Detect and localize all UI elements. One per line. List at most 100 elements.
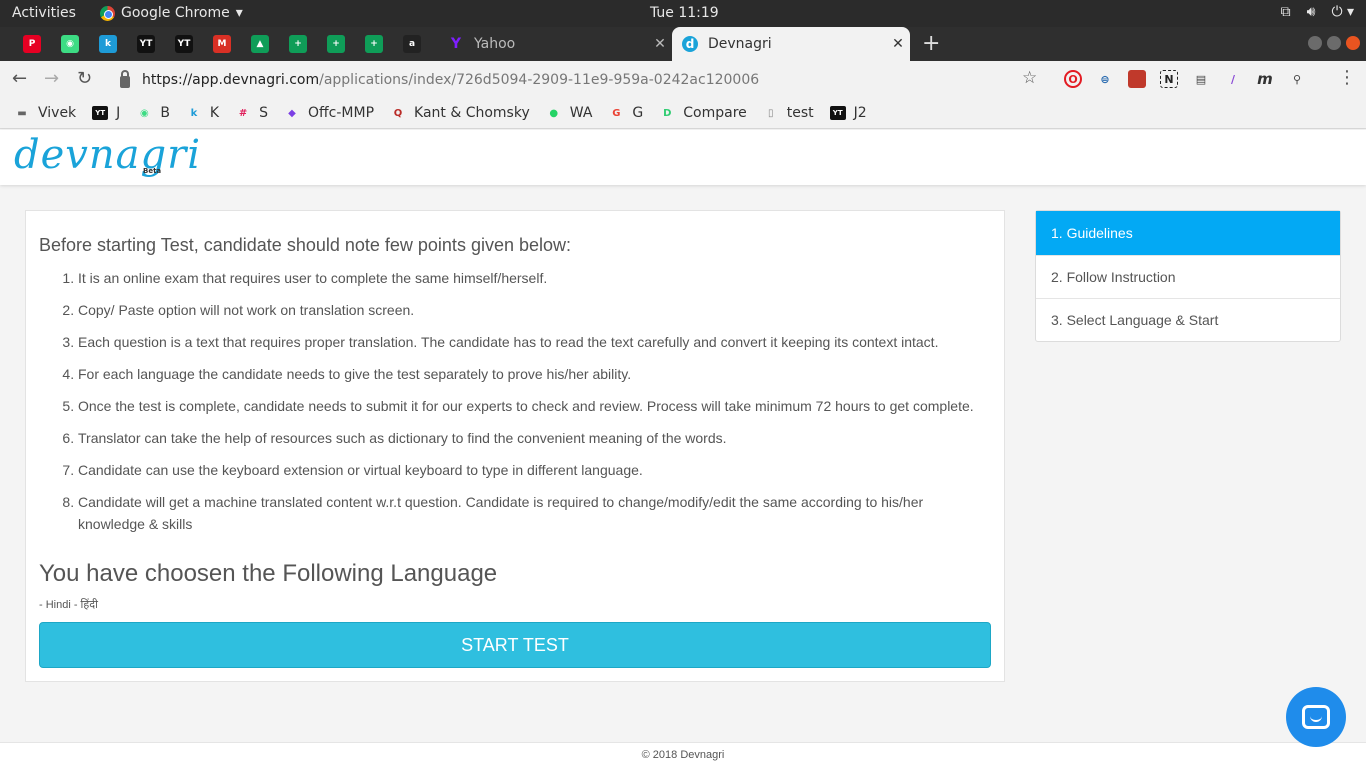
address-bar[interactable]: https://app.devnagri.com/applications/in… [112,65,1052,95]
chosen-language-heading: You have choosen the Following Language [39,560,498,587]
bookmark-item[interactable]: Q Kant & Chomsky [390,105,530,121]
bookmark-label: Kant & Chomsky [414,105,530,121]
reload-icon[interactable]: ↻ [77,68,92,89]
chrome-menu-icon[interactable]: ⋮ [1338,67,1356,88]
pinned-tab[interactable]: YT [174,35,194,53]
bookmark-item[interactable]: ◉ B [136,105,170,121]
page-icon: ▯ [768,107,774,119]
guideline-item: Candidate will get a machine translated … [78,491,988,535]
bookmark-item[interactable]: YT J [92,105,120,121]
maximize-button[interactable] [1327,36,1341,50]
power-icon[interactable]: ⏻ ▾ [1331,4,1354,20]
pinned-tab[interactable]: + [326,35,346,53]
feather-extension-icon[interactable]: ∕ [1224,70,1242,88]
system-tray[interactable]: ⧉ 🔊︎ ⏻ ▾ [1281,4,1354,20]
devnagri-favicon-icon: d [682,36,698,52]
step-item-2[interactable]: 2. Follow Instruction [1036,255,1340,298]
bookmark-star-icon[interactable]: ☆ [1022,68,1037,88]
pinned-tab[interactable]: a [402,35,422,53]
step-item-3[interactable]: 3. Select Language & Start [1036,298,1340,341]
guideline-item: It is an online exam that requires user … [78,267,988,289]
pinned-tab[interactable]: k [98,35,118,53]
minimize-button[interactable] [1308,36,1322,50]
sheets-icon: + [289,35,307,53]
site-header: devnagri Beta [0,130,1366,185]
bookmark-label: Offc-MMP [308,105,375,121]
system-top-bar: Activities Google Chrome ▾ Tue 11:19 ⧉ 🔊… [0,0,1366,27]
diffchecker-icon: D [663,107,672,119]
bookmark-label: S [259,105,268,121]
network-icon[interactable]: ⧉ [1281,4,1291,20]
quora-icon: Q [393,107,403,119]
bookmark-label: B [160,105,170,121]
guideline-item: Translator can take the help of resource… [78,427,988,449]
m-extension-icon[interactable]: m [1256,70,1274,88]
tab-title: Devnagri [708,36,772,52]
lock-icon[interactable] [120,70,130,88]
start-test-button[interactable]: START TEST [39,622,991,668]
bookmark-item[interactable]: D Compare [659,105,747,121]
bookmark-label: test [786,105,814,121]
k-icon: k [99,35,117,53]
pinned-tab[interactable]: P [22,35,42,53]
close-tab-icon[interactable]: ✕ [886,36,910,52]
pinned-tab[interactable]: ◉ [60,35,80,53]
youtrack-icon: YT [92,106,109,120]
beta-badge: Beta [143,167,162,175]
bookmark-item[interactable]: ◆ Offc-MMP [284,105,374,121]
yahoo-icon: Y [450,36,462,52]
bookmark-label: WA [569,105,593,121]
youtrack-icon: YT [829,106,846,120]
clock[interactable]: Tue 11:19 [650,5,719,21]
bookmark-item[interactable]: # S [235,105,268,121]
bookmark-item[interactable]: YT J2 [829,105,867,121]
step-item-1[interactable]: 1. Guidelines [1036,211,1340,255]
bookmark-item[interactable]: kK [186,105,220,121]
sheets-icon: + [327,35,345,53]
tab-yahoo[interactable]: Y Yahoo ✕ [438,27,672,61]
activities-button[interactable]: Activities [12,5,76,21]
guideline-item: Copy/ Paste option will not work on tran… [78,299,988,321]
forward-arrow-icon[interactable]: → [44,68,59,89]
bookmarks-bar: ▬ Vivek YT J ◉ Bk K # S ◆ Offc-MMP Q Kant & Chomsky ●… [0,98,1366,129]
pinned-tab[interactable]: ▲ [250,35,270,53]
bookmark-item[interactable]: ▯ test [763,105,814,121]
app-menu[interactable]: Google Chrome ▾ [100,5,243,21]
amazon-icon: a [403,35,421,53]
guideline-item: For each language the candidate needs to… [78,363,988,385]
tab-devnagri[interactable]: d Devnagri ✕ [672,27,910,61]
guideline-item: Once the test is complete, candidate nee… [78,395,988,417]
pinned-tabs: P ◉ k YT YT M ▲ + + + a [22,35,422,53]
opera-extension-icon[interactable]: O [1064,70,1082,88]
bookmark-item[interactable]: ● WA [546,105,593,121]
mmp-icon: ◆ [288,107,296,119]
book-extension-icon[interactable] [1128,70,1146,88]
pinned-tab[interactable]: M [212,35,232,53]
extension-icon[interactable]: ⊜ [1096,70,1114,88]
back-arrow-icon[interactable]: ← [12,68,27,89]
pinned-tab[interactable]: + [288,35,308,53]
chat-launcher-button[interactable] [1286,687,1346,747]
volume-icon[interactable]: 🔊︎ [1307,4,1316,20]
guidelines-list: It is an online exam that requires user … [78,267,988,535]
close-tab-icon[interactable]: ✕ [648,36,672,52]
url-path: /applications/index/726d5094-2909-11e9-9… [319,72,760,88]
close-window-button[interactable] [1346,36,1360,50]
bookmark-item[interactable]: GG [608,105,643,121]
pinterest-icon: P [23,35,41,53]
pinned-tab[interactable]: + [364,35,384,53]
bookmark-item[interactable]: ▬ Vivek [14,105,76,121]
notion-extension-icon[interactable]: N [1160,70,1178,88]
new-tab-button[interactable]: + [922,31,940,56]
incognito-extension-icon[interactable]: ⚲ [1288,70,1306,88]
caret-down-icon: ▾ [235,5,243,21]
devnagri-logo[interactable]: devnagri [14,132,201,178]
site-footer: © 2018 Devnagri [0,742,1366,768]
pinned-tab[interactable]: YT [136,35,156,53]
bookmark-label: J [116,105,121,121]
notes-extension-icon[interactable]: ▤ [1192,70,1210,88]
guidelines-card: Before starting Test, candidate should n… [25,210,1005,682]
android-icon: ◉ [139,107,149,119]
drive-icon: ▲ [251,35,269,53]
window-controls [1308,36,1360,50]
